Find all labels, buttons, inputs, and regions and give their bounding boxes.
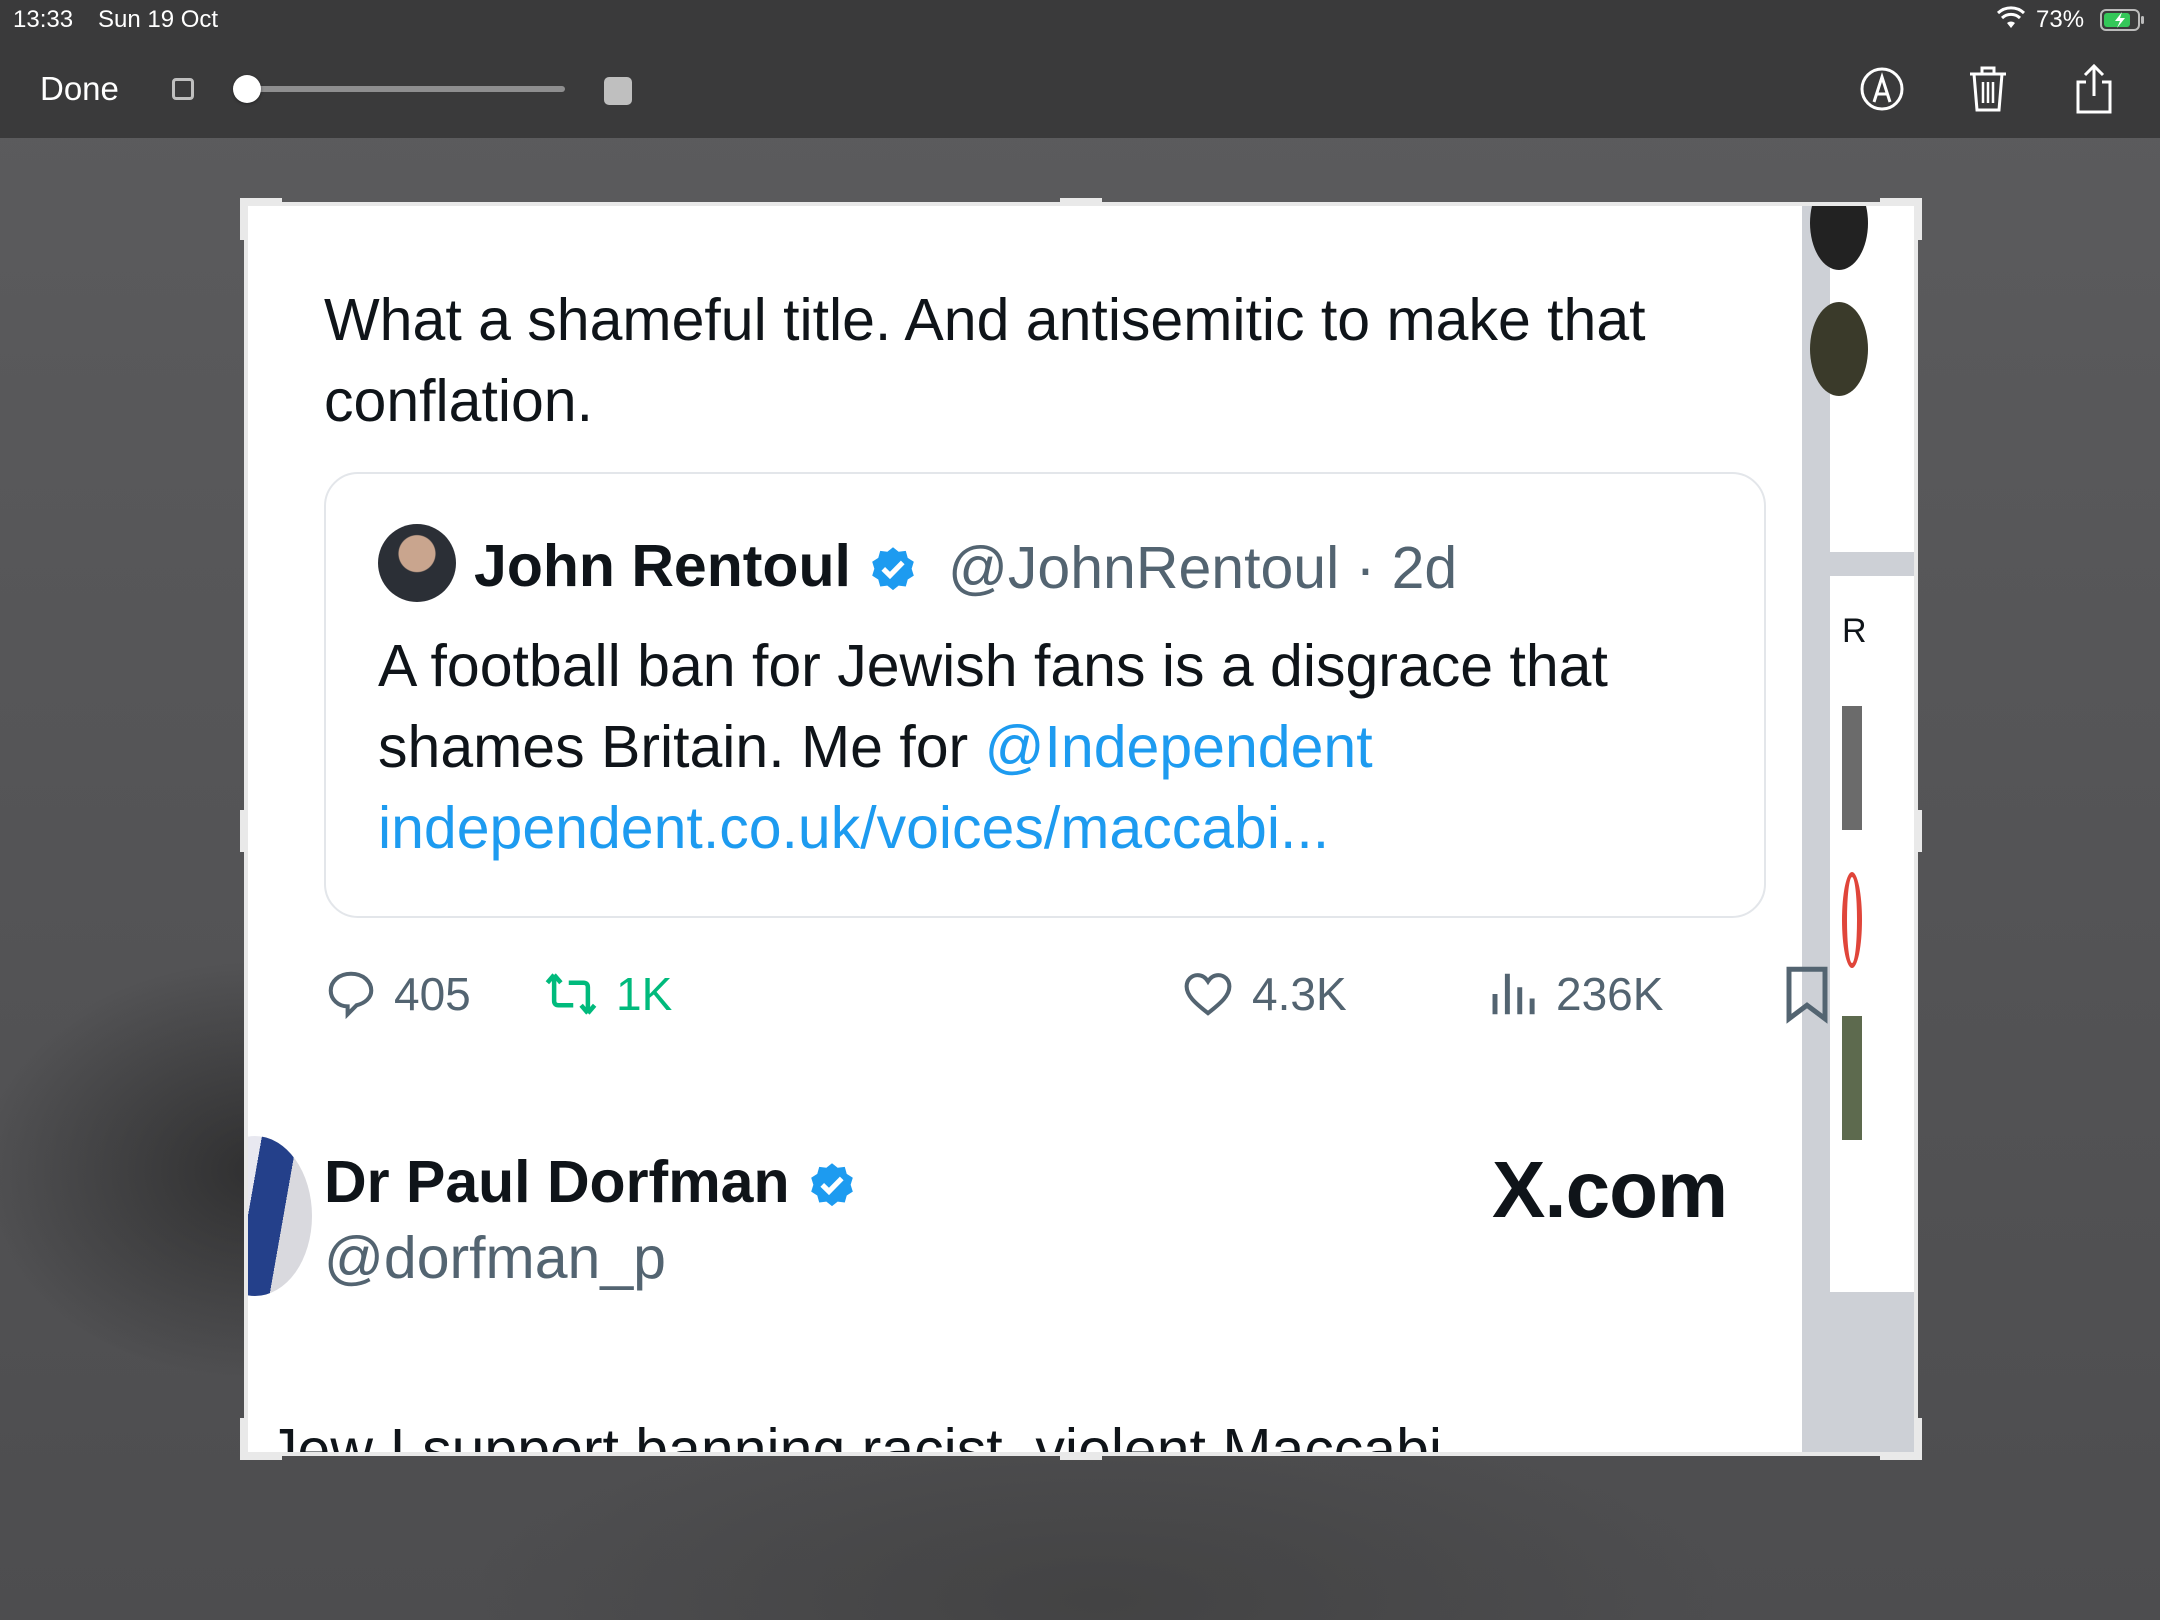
repost-count: 1K (616, 968, 673, 1020)
screenshot-canvas[interactable]: R What a shameful title. And antisemitic… (248, 206, 1914, 1454)
quoted-author-name: John Rentoul (474, 533, 851, 599)
sidebar-card-top (1810, 206, 1914, 552)
verified-badge-icon (811, 1163, 853, 1207)
like-button[interactable]: 4.3K (1180, 954, 1347, 1034)
analytics-icon (1492, 973, 1535, 1015)
markup-icon[interactable] (1856, 62, 1908, 116)
slider-thumb[interactable] (233, 75, 261, 103)
xcom-watermark: X.com (1492, 1145, 1728, 1234)
crop-handle-tl-v[interactable] (240, 198, 248, 240)
crop-handle-top-mid[interactable] (1060, 198, 1102, 206)
sidebar-partial-letter: R (1842, 612, 1867, 650)
status-time: 13:33 (13, 6, 74, 33)
share-icon[interactable] (2068, 62, 2120, 116)
editor-toolbar: Done (0, 40, 2160, 138)
mention-link[interactable]: @Independent (985, 714, 1373, 780)
avatar[interactable] (378, 524, 456, 602)
tweet-actions: 405 1K 4.3K 236K (324, 954, 1828, 1034)
repost-button[interactable]: 1K (542, 954, 672, 1034)
quoted-author[interactable]: John Rentoul (474, 532, 919, 600)
views-button[interactable]: 236K (1486, 954, 1663, 1034)
crop-handle-br-v[interactable] (1914, 1418, 1922, 1460)
reply-button[interactable]: 405 (324, 954, 471, 1034)
next-author[interactable]: Dr Paul Dorfman (324, 1148, 858, 1216)
like-count: 4.3K (1252, 968, 1347, 1020)
next-author-handle: @dorfman_p (324, 1225, 666, 1291)
quoted-body: A football ban for Jewish fans is a disg… (378, 626, 1738, 869)
wifi-icon (1996, 6, 2026, 28)
avatar[interactable] (248, 1136, 312, 1296)
crop-handle-tr-v[interactable] (1914, 198, 1922, 240)
crop-handle-right-mid[interactable] (1914, 810, 1922, 852)
size-slider[interactable] (233, 75, 565, 103)
done-button[interactable]: Done (40, 70, 119, 108)
crop-handle-left-mid[interactable] (240, 810, 248, 852)
views-count: 236K (1556, 968, 1664, 1020)
next-author-name: Dr Paul Dorfman (324, 1149, 790, 1215)
bookmark-icon (1786, 966, 1828, 1024)
next-tweet-partial-text: Jew I support banning racist, violent Ma… (268, 1417, 1443, 1454)
battery-charging-icon (2100, 9, 2144, 31)
heart-icon (1184, 973, 1232, 1016)
bookmark-button[interactable] (1780, 954, 1850, 1034)
sidebar-card-trends: R (1830, 576, 1914, 1292)
quoted-tweet[interactable]: John Rentoul @JohnRentoul · 2d A footbal… (324, 472, 1766, 918)
article-link[interactable]: independent.co.uk/voices/maccabi... (378, 795, 1329, 861)
crop-handle-bottom-mid[interactable] (1060, 1452, 1102, 1460)
trash-icon[interactable] (1962, 62, 2014, 116)
small-size-icon (172, 78, 194, 100)
status-bar: 13:33 Sun 19 Oct 73% (0, 0, 2160, 40)
verified-badge-icon (872, 547, 915, 591)
battery-percent: 73% (2036, 6, 2085, 33)
reply-count: 405 (394, 968, 471, 1020)
crop-handle-bl-v[interactable] (240, 1418, 248, 1460)
quoted-handle-time: @JohnRentoul · 2d (948, 535, 1458, 601)
repost-icon (545, 973, 597, 1015)
large-size-icon (604, 77, 632, 105)
status-date: Sun 19 Oct (98, 6, 219, 33)
tweet-text: What a shameful title. And antisemitic t… (324, 287, 1646, 434)
reply-icon (328, 971, 374, 1020)
